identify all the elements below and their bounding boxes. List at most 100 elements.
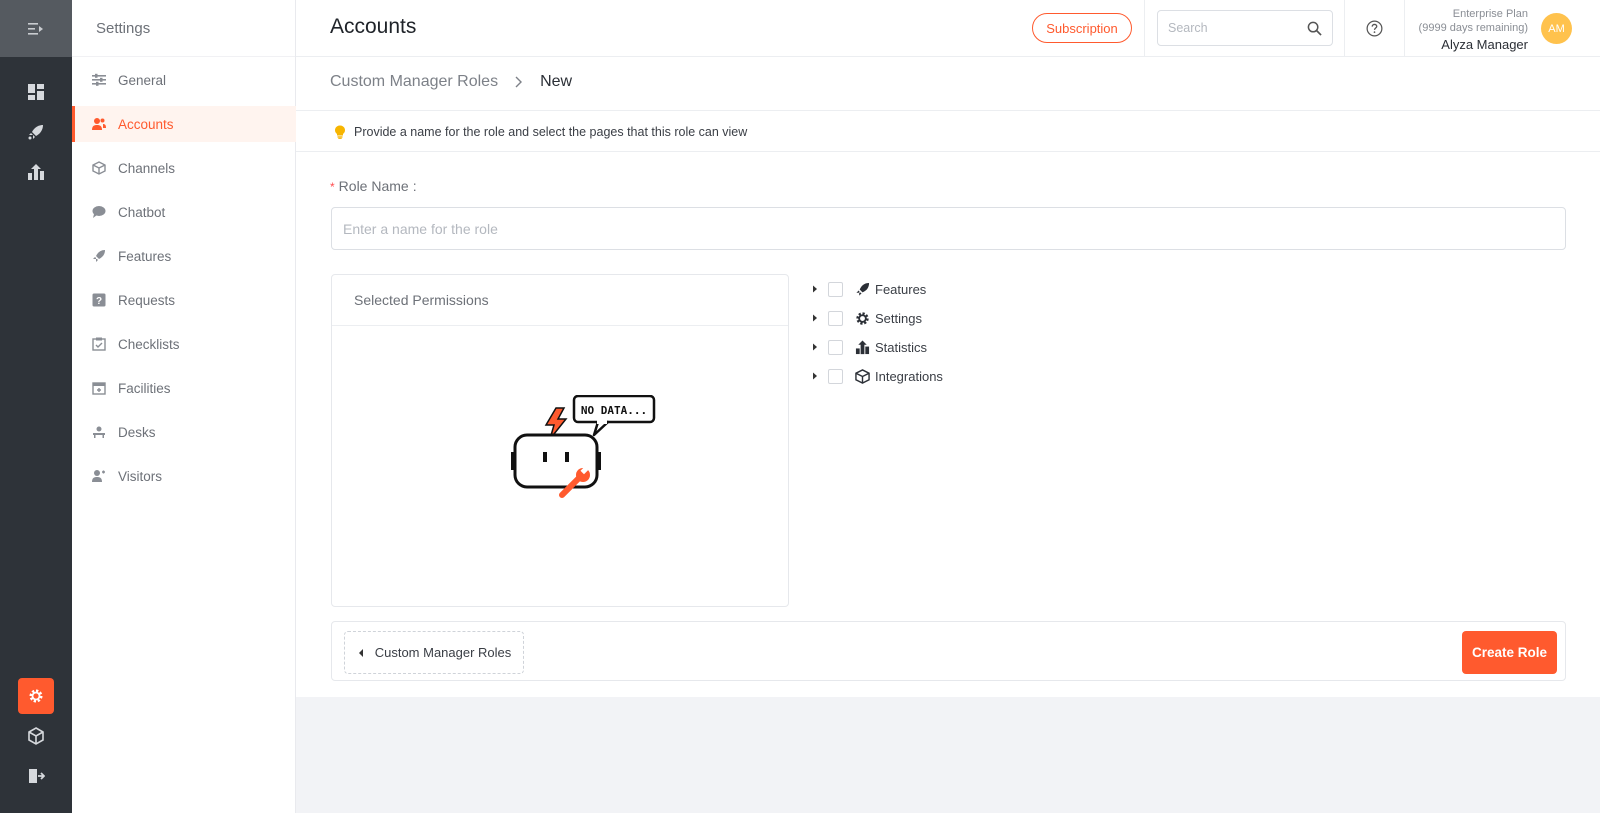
- chevron-right-icon: [515, 76, 523, 88]
- lightbulb-icon: [335, 125, 345, 139]
- role-name-label: * Role Name:: [330, 178, 417, 194]
- sidebar-item-requests[interactable]: ? Requests: [72, 282, 296, 318]
- desk-icon: [92, 425, 106, 439]
- box-icon: [92, 161, 106, 175]
- role-name-input[interactable]: [331, 207, 1566, 250]
- tip-message: Provide a name for the role and select t…: [334, 125, 747, 139]
- dashboard-icon: [28, 84, 44, 100]
- tree-item-settings: Settings: [810, 306, 922, 330]
- user-name[interactable]: Alyza Manager: [1419, 36, 1528, 53]
- subscription-button[interactable]: Subscription: [1032, 13, 1132, 43]
- search-box: [1157, 10, 1333, 46]
- sidebar-item-facilities[interactable]: Facilities: [72, 370, 296, 406]
- create-role-button[interactable]: Create Role: [1462, 631, 1557, 674]
- settings-checkbox[interactable]: [828, 310, 843, 326]
- breadcrumb-root-link[interactable]: Custom Manager Roles: [330, 73, 498, 91]
- logout-button[interactable]: [20, 760, 52, 792]
- help-icon[interactable]: [1366, 20, 1383, 37]
- logout-icon: [29, 769, 45, 783]
- sidebar-item-visitors[interactable]: Visitors: [72, 458, 296, 494]
- tree-item-label: Settings: [875, 310, 922, 326]
- tip-text: Provide a name for the role and select t…: [354, 125, 748, 139]
- sidebar-title: Settings: [72, 0, 295, 57]
- sidebar-item-label: Requests: [118, 292, 176, 308]
- integrations-button[interactable]: [20, 720, 52, 752]
- selected-permissions-card: Selected Permissions NO DATA...: [331, 274, 789, 607]
- sidebar-item-accounts[interactable]: Accounts: [72, 106, 296, 142]
- caret-right-icon[interactable]: [810, 371, 820, 381]
- divider: [1404, 0, 1405, 57]
- sidebar-item-desks[interactable]: Desks: [72, 414, 296, 450]
- tree-item-label: Features: [875, 281, 927, 297]
- calendar-plus-icon: [92, 381, 106, 395]
- visitor-icon: [92, 469, 106, 483]
- menu-toggle-button[interactable]: [0, 0, 72, 57]
- plan-name: Enterprise Plan: [1452, 8, 1528, 20]
- rocket-icon: [28, 125, 43, 140]
- users-icon: [92, 117, 106, 131]
- role-name-label-text: Role Name: [338, 178, 409, 194]
- caret-right-icon[interactable]: [810, 342, 820, 352]
- caret-right-icon[interactable]: [810, 284, 820, 294]
- caret-right-icon[interactable]: [810, 313, 820, 323]
- divider: [1344, 0, 1345, 57]
- tree-item-statistics: Statistics: [810, 335, 927, 359]
- main-content: Custom Manager Roles New Provide a name …: [296, 57, 1600, 697]
- back-button-label: Custom Manager Roles: [374, 645, 512, 660]
- statistics-icon: [855, 339, 870, 354]
- svg-text:?: ?: [96, 296, 102, 307]
- settings-sidebar: Settings General Accounts Channels Chatb…: [72, 0, 296, 813]
- menu-toggle-icon: [28, 22, 43, 35]
- integrations-checkbox[interactable]: [828, 368, 843, 384]
- checklist-icon: [92, 337, 106, 351]
- top-header: Accounts Subscription Enterprise Plan (9…: [296, 0, 1600, 57]
- divider: [296, 110, 1600, 111]
- features-button[interactable]: [20, 116, 52, 148]
- dashboard-button[interactable]: [20, 76, 52, 108]
- tree-item-label: Statistics: [875, 339, 928, 355]
- statistics-checkbox[interactable]: [828, 339, 843, 355]
- statistics-icon: [28, 164, 44, 180]
- sidebar-item-label: Checklists: [118, 336, 180, 352]
- chat-bubble-icon: [92, 205, 106, 219]
- form-footer: Custom Manager Roles Create Role: [331, 621, 1566, 681]
- tree-item-label: Integrations: [875, 368, 943, 384]
- caret-left-icon: [358, 648, 363, 657]
- search-icon[interactable]: [1307, 21, 1322, 36]
- sidebar-item-channels[interactable]: Channels: [72, 150, 296, 186]
- avatar[interactable]: AM: [1541, 13, 1572, 44]
- plan-remaining: (9999 days remaining): [1418, 22, 1528, 34]
- app-rail: [0, 0, 72, 813]
- sidebar-item-general[interactable]: General: [72, 62, 296, 98]
- sidebar-item-label: Visitors: [118, 468, 163, 484]
- sidebar-item-label: Desks: [118, 424, 156, 440]
- sidebar-item-label: Facilities: [118, 380, 171, 396]
- sidebar-item-checklists[interactable]: Checklists: [72, 326, 296, 362]
- no-data-robot-illustration: NO DATA...: [511, 395, 656, 498]
- back-to-roles-button[interactable]: Custom Manager Roles: [344, 631, 524, 674]
- divider: [1144, 0, 1145, 57]
- features-checkbox[interactable]: [828, 281, 843, 297]
- search-input[interactable]: [1158, 11, 1298, 45]
- nodata-text: NO DATA...: [581, 404, 647, 417]
- rocket-icon: [92, 249, 106, 263]
- sidebar-item-chatbot[interactable]: Chatbot: [72, 194, 296, 230]
- gear-icon: [856, 311, 869, 325]
- required-mark: *: [330, 180, 335, 194]
- integrations-box-icon: [28, 727, 44, 745]
- sidebar-item-label: Features: [118, 248, 172, 264]
- tree-item-integrations: Integrations: [810, 364, 943, 388]
- sidebar-item-features[interactable]: Features: [72, 238, 296, 274]
- rocket-icon: [856, 282, 870, 296]
- role-name-label-suffix: :: [412, 178, 417, 194]
- tree-item-features: Features: [810, 277, 926, 301]
- settings-button[interactable]: [18, 678, 54, 714]
- question-square-icon: ?: [92, 293, 106, 307]
- box-icon: [855, 368, 870, 384]
- page-title: Accounts: [330, 15, 417, 38]
- statistics-button[interactable]: [20, 156, 52, 188]
- selected-permissions-title: Selected Permissions: [332, 275, 788, 326]
- divider: [296, 151, 1600, 152]
- plan-info: Enterprise Plan (9999 days remaining) Al…: [1419, 7, 1528, 53]
- sidebar-item-label: Accounts: [118, 116, 174, 132]
